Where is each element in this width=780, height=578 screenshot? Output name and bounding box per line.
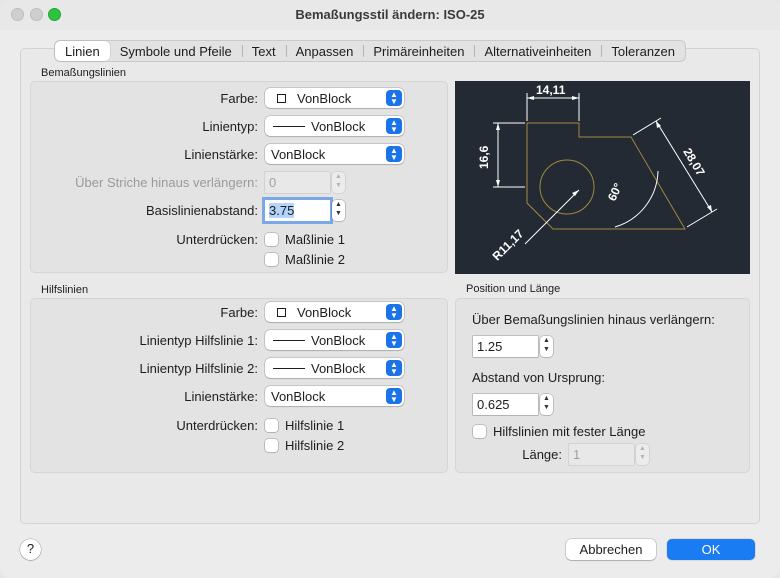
ok-button[interactable]: OK — [667, 539, 755, 560]
line-sample — [273, 340, 305, 341]
preview-shape — [526, 122, 686, 230]
tab-primaereinheiten[interactable]: Primäreinheiten — [363, 41, 474, 61]
chevron-up-down-icon: ▲ ▼ — [386, 360, 402, 376]
suppress-dimline-2-label: Maßlinie 2 — [285, 252, 345, 267]
cancel-button[interactable]: Abbrechen — [566, 539, 656, 560]
checkbox-box — [265, 233, 278, 246]
position-group-label: Position und Länge — [466, 283, 561, 295]
help-icon: ? — [26, 541, 35, 556]
suppress-dimline-2-checkbox[interactable]: Maßlinie 2 — [265, 252, 345, 267]
dim-lineweight-label: Linienstärke: — [184, 147, 258, 162]
dim-lineweight-select[interactable]: VonBlock ▲ ▼ — [265, 144, 404, 164]
ext-lineweight-label: Linienstärke: — [184, 389, 258, 404]
ext-linetype1-select[interactable]: VonBlock ▲ ▼ — [265, 330, 404, 350]
baseline-spacing-stepper[interactable]: ▲ ▼ — [332, 200, 345, 221]
suppress-dimline-1-label: Maßlinie 1 — [285, 232, 345, 247]
ext-linetype2-select[interactable]: VonBlock ▲ ▼ — [265, 358, 404, 378]
fixed-length-checkbox[interactable]: Hilfslinien mit fester Länge — [473, 424, 645, 439]
suppress-extline-1-label: Hilfslinie 1 — [285, 418, 345, 433]
chevron-up-down-icon: ▲ ▼ — [386, 118, 402, 134]
chevron-up-down-icon: ▲ ▼ — [386, 90, 402, 106]
suppress-extline-2-label: Hilfslinie 2 — [285, 438, 345, 453]
preview-arrowheads — [496, 96, 712, 212]
dim-linetype-label: Linientyp: — [202, 119, 258, 134]
suppress-extline-2-checkbox[interactable]: Hilfslinie 2 — [265, 438, 344, 453]
preview-panel: 14,11 16,6 28,07 60° R11,17 — [455, 81, 750, 274]
dim-extend-stepper[interactable]: ▲ ▼ — [332, 172, 345, 193]
ext-lineweight-select[interactable]: VonBlock ▲ ▼ — [265, 386, 404, 406]
color-swatch — [277, 308, 286, 317]
tab-toleranzen[interactable]: Toleranzen — [601, 41, 685, 61]
beyond-dimlines-stepper[interactable]: ▲ ▼ — [540, 336, 553, 357]
extension-lines-group-label: Hilfslinien — [41, 284, 89, 296]
fixed-length-label: Hilfslinien mit fester Länge — [493, 424, 646, 439]
tab-text[interactable]: Text — [241, 41, 286, 61]
ext-linetype2-value: VonBlock — [311, 361, 366, 376]
baseline-spacing-field[interactable]: 3.75 — [265, 200, 330, 221]
tab-alternativeinheiten[interactable]: Alternativeinheiten — [474, 41, 601, 61]
ext-linetype1-value: VonBlock — [311, 333, 366, 348]
length-label: Länge: — [522, 447, 562, 462]
dim-lineweight-value: VonBlock — [271, 147, 326, 162]
chevron-up-down-icon: ▲ ▼ — [386, 332, 402, 348]
dimension-lines-group-label: Bemaßungslinien — [41, 67, 126, 79]
help-button[interactable]: ? — [20, 539, 41, 560]
tab-linien[interactable]: Linien — [55, 41, 110, 61]
baseline-spacing-label: Basislinienabstand: — [145, 203, 258, 218]
title-bar: Bemaßungsstil ändern: ISO-25 — [0, 0, 780, 30]
checkbox-box — [265, 419, 278, 432]
origin-offset-stepper[interactable]: ▲ ▼ — [540, 394, 553, 415]
ext-color-value: VonBlock — [297, 305, 352, 320]
dim-extend-label: Über Striche hinaus verlängern: — [75, 175, 258, 190]
checkbox-box — [473, 425, 486, 438]
tab-bar: Linien Symbole und Pfeile Text Anpassen … — [54, 40, 687, 62]
chevron-up-down-icon: ▲ ▼ — [386, 146, 402, 162]
beyond-dimlines-field[interactable]: 1.25 — [473, 336, 538, 357]
dim-color-value: VonBlock — [297, 91, 352, 106]
suppress-extline-1-checkbox[interactable]: Hilfslinie 1 — [265, 418, 344, 433]
chevron-up-down-icon: ▲ ▼ — [386, 388, 402, 404]
ext-linetype2-label: Linientyp Hilfslinie 2: — [139, 361, 258, 376]
ext-color-select[interactable]: VonBlock ▲ ▼ — [265, 302, 404, 322]
beyond-dimlines-label: Über Bemaßungslinien hinaus verlängern: — [472, 312, 715, 327]
tab-symbole-und-pfeile[interactable]: Symbole und Pfeile — [110, 41, 242, 61]
ext-lineweight-value: VonBlock — [271, 389, 326, 404]
suppress-dimline-1-checkbox[interactable]: Maßlinie 1 — [265, 232, 345, 247]
window-title: Bemaßungsstil ändern: ISO-25 — [295, 7, 485, 22]
dim-suppress-label: Unterdrücken: — [176, 232, 258, 247]
dim-text-top: 14,11 — [536, 83, 566, 97]
dialog-window: Bemaßungsstil ändern: ISO-25 Linien Symb… — [0, 0, 780, 578]
origin-offset-label: Abstand von Ursprung: — [472, 370, 605, 385]
checkbox-box — [265, 253, 278, 266]
baseline-spacing-value: 3.75 — [269, 203, 295, 218]
ext-linetype1-label: Linientyp Hilfslinie 1: — [139, 333, 258, 348]
chevron-up-down-icon: ▲ ▼ — [386, 304, 402, 320]
dim-color-label: Farbe: — [220, 91, 258, 106]
dim-linetype-select[interactable]: VonBlock ▲ ▼ — [265, 116, 404, 136]
dim-extend-field[interactable]: 0 — [265, 172, 330, 193]
dim-color-select[interactable]: VonBlock ▲ ▼ — [265, 88, 404, 108]
dim-linetype-value: VonBlock — [311, 119, 366, 134]
length-stepper[interactable]: ▲ ▼ — [636, 444, 649, 465]
tab-anpassen[interactable]: Anpassen — [285, 41, 364, 61]
line-sample — [273, 368, 305, 369]
ext-color-label: Farbe: — [220, 305, 258, 320]
checkbox-box — [265, 439, 278, 452]
line-sample — [273, 126, 305, 127]
ext-suppress-label: Unterdrücken: — [176, 418, 258, 433]
origin-offset-field[interactable]: 0.625 — [473, 394, 538, 415]
length-field[interactable]: 1 — [569, 444, 634, 465]
dim-text-left: 16,6 — [477, 145, 491, 169]
color-swatch — [277, 94, 286, 103]
